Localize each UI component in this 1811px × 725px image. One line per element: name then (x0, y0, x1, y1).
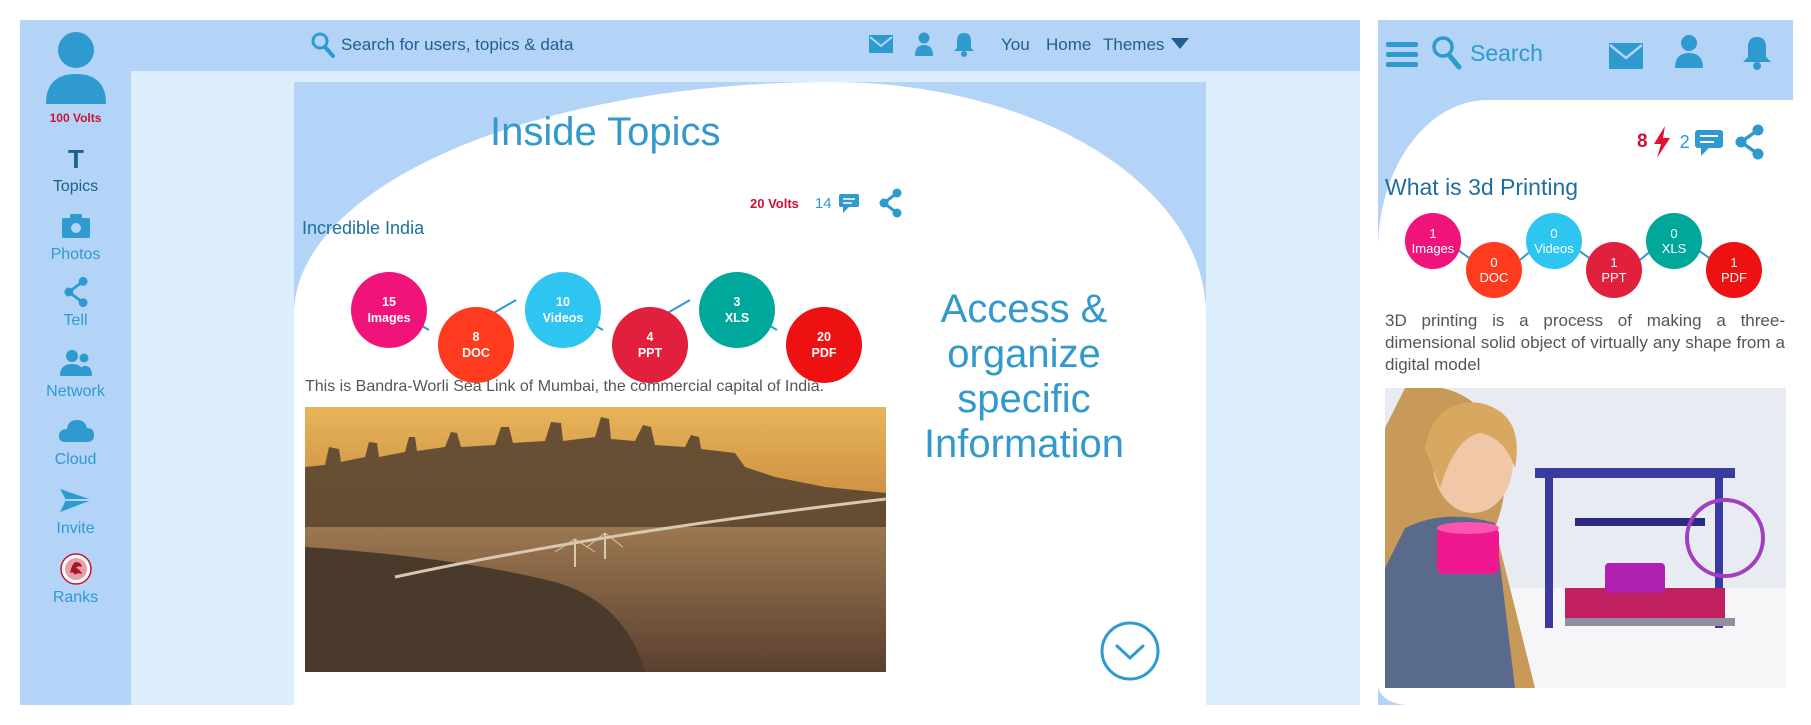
sidebar-item-label: Invite (56, 520, 95, 537)
sidebar-item-label: Photos (50, 246, 101, 263)
bubble-ppt[interactable]: 4 PPT (612, 307, 688, 383)
bubble-pdf[interactable]: 20 PDF (786, 307, 862, 383)
ranks-badge-icon (59, 553, 92, 585)
bubble-count: 10 (556, 295, 570, 309)
sidebar-item-cloud[interactable]: Cloud (20, 415, 131, 469)
bubble-videos[interactable]: 10 Videos (525, 272, 601, 348)
mobile-bubble-doc[interactable]: 0 DOC (1466, 242, 1522, 298)
photo-caption: This is Bandra-Worli Sea Link of Mumbai,… (305, 378, 825, 395)
mobile-bubble-images[interactable]: 1 Images (1405, 213, 1461, 269)
bubble-count: 4 (646, 330, 654, 344)
bubble-label: DOC (462, 346, 490, 360)
bubble-label: Images (367, 311, 411, 325)
nav-link-themes[interactable]: Themes (1103, 35, 1164, 55)
scroll-down-button[interactable] (1099, 620, 1161, 682)
paper-plane-icon (59, 489, 92, 512)
3d-printing-photo[interactable] (1385, 388, 1786, 688)
bubble-xls[interactable]: 3 XLS (699, 272, 775, 348)
user-avatar-icon[interactable] (46, 32, 106, 104)
network-icon (59, 350, 92, 376)
nav-link-you[interactable]: You (1001, 35, 1030, 55)
bubble-label: Images (1411, 241, 1455, 256)
mobile-bubble-ppt[interactable]: 1 PPT (1586, 242, 1642, 298)
sidebar-item-tell[interactable]: Tell (20, 276, 131, 330)
search-input[interactable]: Search for users, topics & data (341, 35, 573, 55)
cloud-icon (58, 420, 94, 442)
desktop-view: 100 Volts T Topics Photos Tell Network C… (20, 20, 1360, 705)
svg-text:T: T (68, 144, 84, 174)
sidebar-item-label: Tell (63, 312, 88, 329)
bubble-label: PDF (811, 346, 837, 360)
bubble-count: 0 (1550, 226, 1558, 241)
bubble-count: 0 (1490, 255, 1498, 270)
bubble-count: 1 (1610, 255, 1618, 270)
bubble-count: 0 (1670, 226, 1678, 241)
bubble-count: 1 (1730, 255, 1738, 270)
sidebar: 100 Volts T Topics Photos Tell Network C… (20, 20, 131, 705)
profile-icon[interactable] (913, 32, 935, 56)
bubble-label: PPT (1601, 270, 1627, 285)
bubble-label: DOC (1479, 270, 1509, 285)
nav-link-home[interactable]: Home (1046, 35, 1091, 55)
mobile-view: Search 8 2 What is 3d Printing 1 Images … (1378, 20, 1793, 705)
sidebar-item-label: Ranks (52, 589, 99, 606)
topics-icon: T (68, 144, 84, 174)
mumbai-sea-link-photo[interactable] (305, 407, 886, 672)
sidebar-item-topics[interactable]: T Topics (20, 142, 131, 196)
sidebar-item-label: Cloud (54, 451, 97, 468)
sidebar-item-photos[interactable]: Photos (20, 210, 131, 264)
mobile-bubble-xls[interactable]: 0 XLS (1646, 213, 1702, 269)
bubble-count: 3 (733, 295, 741, 309)
tagline: Access & organize specific Information (923, 287, 1125, 466)
bubble-label: Videos (542, 311, 584, 325)
bubble-count: 8 (472, 330, 480, 344)
mobile-bubble-videos[interactable]: 0 Videos (1526, 213, 1582, 269)
bell-icon[interactable] (952, 31, 976, 57)
sidebar-item-label: Network (46, 383, 105, 400)
bubble-label: XLS (1661, 241, 1687, 256)
bubble-count: 15 (382, 295, 396, 309)
bubble-images[interactable]: 15 Images (351, 272, 427, 348)
sidebar-item-invite[interactable]: Invite (20, 484, 131, 538)
bubble-label: XLS (724, 311, 750, 325)
user-volts: 100 Volts (49, 111, 102, 125)
mobile-bubble-pdf[interactable]: 1 PDF (1706, 242, 1762, 298)
sidebar-item-ranks[interactable]: Ranks (20, 553, 131, 607)
search-icon[interactable] (311, 32, 335, 58)
topic-panel: Inside Topics 20 Volts 14 Incredible Ind… (294, 82, 1206, 705)
bubble-label: PDF (1721, 270, 1747, 285)
bubble-label: PPT (637, 346, 663, 360)
mobile-topic-description: 3D printing is a process of making a thr… (1385, 311, 1785, 374)
bubble-label: Videos (1534, 241, 1574, 256)
share-icon (63, 276, 88, 308)
bubble-count: 1 (1429, 226, 1437, 241)
camera-icon (61, 214, 90, 238)
sidebar-item-label: Topics (52, 178, 99, 195)
sidebar-item-network[interactable]: Network (20, 347, 131, 401)
bubble-count: 20 (817, 330, 831, 344)
chevron-down-icon[interactable] (1171, 38, 1189, 50)
bubble-doc[interactable]: 8 DOC (438, 307, 514, 383)
mail-icon[interactable] (868, 34, 894, 54)
